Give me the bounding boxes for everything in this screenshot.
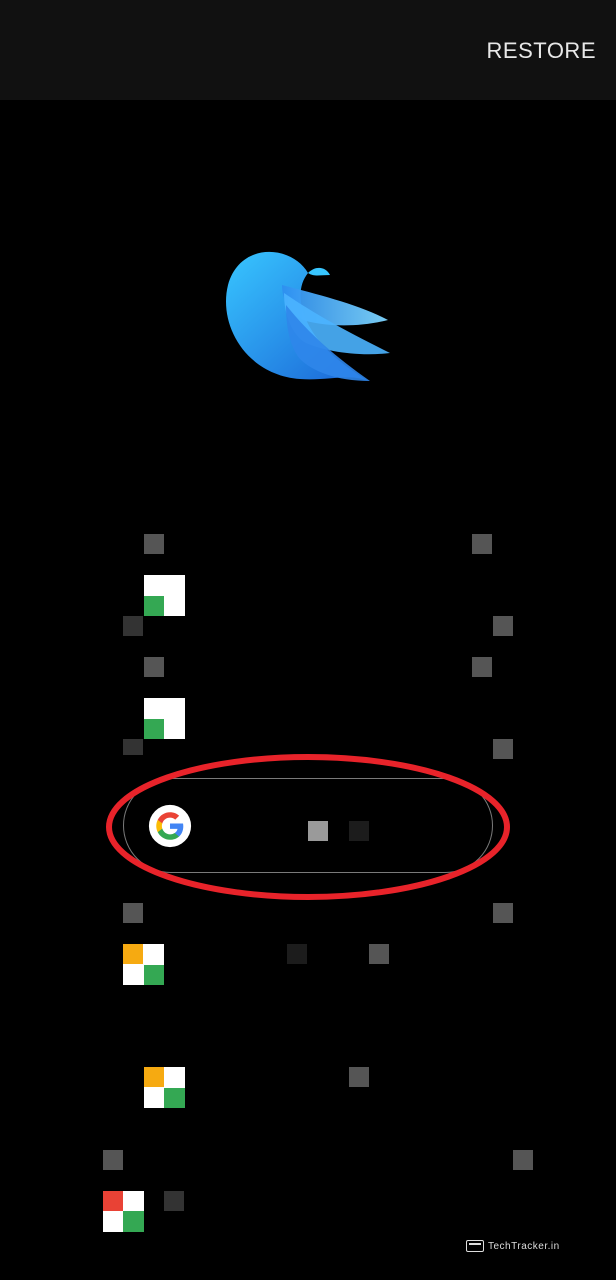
placeholder-block xyxy=(123,616,143,636)
placeholder-block xyxy=(144,657,164,677)
placeholder-block xyxy=(144,596,164,616)
watermark: TechTracker.in xyxy=(466,1238,560,1254)
placeholder-block xyxy=(308,821,328,841)
placeholder-block xyxy=(144,534,164,554)
placeholder-block xyxy=(493,616,513,636)
placeholder-block xyxy=(123,739,143,755)
placeholder-block xyxy=(349,1067,369,1087)
placeholder-block xyxy=(164,1191,184,1211)
placeholder-block xyxy=(349,821,369,841)
placeholder-block xyxy=(472,657,492,677)
google-g-icon xyxy=(148,804,192,848)
placeholder-block xyxy=(103,1150,123,1170)
placeholder-block xyxy=(123,903,143,923)
placeholder-block xyxy=(164,1088,185,1108)
top-bar: RESTORE xyxy=(0,0,616,100)
browser-icon xyxy=(466,1240,484,1252)
watermark-text: TechTracker.in xyxy=(488,1240,560,1252)
placeholder-block xyxy=(103,1191,123,1211)
placeholder-block xyxy=(493,903,513,923)
placeholder-block xyxy=(123,1211,144,1232)
placeholder-block xyxy=(513,1150,533,1170)
placeholder-block xyxy=(144,1067,164,1087)
placeholder-block xyxy=(493,739,513,759)
placeholder-block xyxy=(144,719,164,739)
placeholder-block xyxy=(144,965,164,985)
restore-button[interactable]: RESTORE xyxy=(487,38,596,64)
placeholder-block xyxy=(369,944,389,964)
bird-logo-icon xyxy=(225,251,390,381)
placeholder-block xyxy=(287,944,307,964)
placeholder-block xyxy=(123,944,143,964)
placeholder-block xyxy=(472,534,492,554)
